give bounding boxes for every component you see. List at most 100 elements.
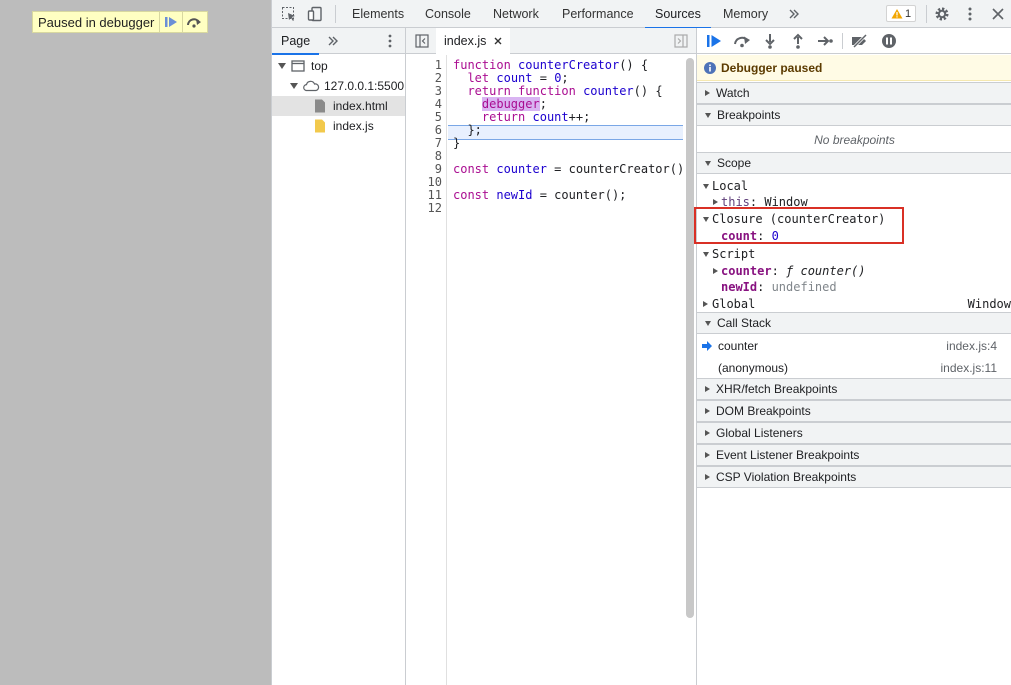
resume-execution-button[interactable] [705,32,723,50]
call-frame-location[interactable]: index.js:11 [941,361,997,375]
section-title: Call Stack [717,316,772,330]
frame-icon [291,60,305,72]
step-over-button[interactable] [733,32,751,50]
deactivate-breakpoints-button[interactable] [851,32,869,50]
close-tab-icon [494,37,502,45]
warning-icon [891,9,903,19]
tree-label: index.html [333,99,388,113]
resume-icon [707,35,721,47]
paused-message-text: Debugger paused [721,60,823,75]
pause-exceptions-icon [882,34,896,48]
source-editor: index.js 1 2 3 4 5 6 7 8 9 10 11 12 func… [406,28,697,685]
tree-item-index-html[interactable]: index.html [272,96,405,116]
section-dom-breakpoints[interactable]: DOM Breakpoints [697,400,1011,422]
step-into-button[interactable] [761,32,779,50]
code-line: } [453,136,461,150]
tab-page[interactable]: Page [271,28,320,55]
call-frame-function: counter [718,339,759,353]
expand-icon [703,183,709,189]
more-tabs-icon[interactable] [786,6,802,22]
tab-sources[interactable]: Sources [645,0,711,29]
step-button[interactable] [816,32,834,50]
tab-network[interactable]: Network [493,0,539,28]
warnings-badge[interactable]: 1 [886,5,916,22]
toggle-debugger-icon[interactable] [674,34,688,48]
section-title: CSP Violation Breakpoints [716,470,857,484]
paused-label: Paused in debugger [38,14,155,30]
execution-line-highlight [448,125,683,140]
tree-label: index.js [333,119,374,133]
inspected-page: Paused in debugger [0,0,271,685]
step-into-icon [765,34,775,49]
scope-prop-newid[interactable]: newId: undefined [697,279,1011,295]
call-frame[interactable]: (anonymous) index.js:11 [697,357,1011,379]
section-title: XHR/fetch Breakpoints [716,382,838,396]
expand-icon [705,160,711,166]
section-call-stack[interactable]: Call Stack [697,312,1011,334]
scope-local[interactable]: Local [697,178,1011,194]
section-scope[interactable]: Scope [697,152,1011,174]
section-event-listener-breakpoints[interactable]: Event Listener Breakpoints [697,444,1011,466]
more-nav-tabs-icon[interactable] [327,35,339,47]
section-watch[interactable]: Watch [697,82,1011,104]
toggle-navigator-icon[interactable] [415,34,429,48]
section-title: Event Listener Breakpoints [716,448,860,462]
close-devtools-icon[interactable] [990,6,1006,22]
pause-on-exceptions-button[interactable] [880,32,898,50]
section-title: Global Listeners [716,426,803,440]
more-options-icon[interactable] [962,6,978,22]
tab-console[interactable]: Console [425,0,471,28]
navigator-header: Page [271,28,405,55]
html-file-icon [315,99,325,113]
scope-global[interactable]: Global Window [697,296,1011,312]
settings-gear-icon[interactable] [934,6,950,22]
collapse-icon [705,474,710,480]
line-number[interactable]: 12 [412,202,442,215]
prop-value: ƒ counter() [786,264,866,278]
prop-name: newId [721,280,758,294]
step-out-button[interactable] [789,32,807,50]
navigator-menu-icon[interactable] [388,34,392,48]
file-navigator: Page top 127.0.0.1:5500 index.html index… [271,28,406,685]
debugger-paused-message: Debugger paused [697,55,1011,81]
section-csp-violation-breakpoints[interactable]: CSP Violation Breakpoints [697,466,1011,488]
step-over-icon [187,18,202,28]
js-file-icon [315,119,325,133]
call-frame[interactable]: counter index.js:4 [697,335,1011,357]
call-frame-function: (anonymous) [718,361,789,375]
section-title: DOM Breakpoints [716,404,811,418]
step-over-button[interactable] [182,12,205,32]
scope-prop-counter[interactable]: counter: ƒ counter() [697,263,1011,279]
tree-item-top[interactable]: top [272,56,405,76]
line-gutter[interactable]: 1 2 3 4 5 6 7 8 9 10 11 12 [406,55,447,685]
tab-performance[interactable]: Performance [562,0,634,28]
editor-scrollbar[interactable] [686,58,694,618]
resume-button[interactable] [159,12,182,32]
device-toolbar-icon[interactable] [307,6,323,22]
inspect-element-icon[interactable] [281,6,297,22]
paused-overlay: Paused in debugger [32,11,208,33]
section-xhr-breakpoints[interactable]: XHR/fetch Breakpoints [697,378,1011,400]
collapse-icon [705,386,710,392]
scope-label: Local [712,179,749,193]
section-global-listeners[interactable]: Global Listeners [697,422,1011,444]
prop-value: undefined [771,280,837,294]
tree-item-origin[interactable]: 127.0.0.1:5500 [272,76,405,96]
expand-icon [278,63,286,69]
tree-item-index-js[interactable]: index.js [272,116,405,136]
tab-elements[interactable]: Elements [352,0,404,28]
section-title: Watch [716,86,750,100]
scope-script[interactable]: Script [697,246,1011,262]
call-frame-location[interactable]: index.js:4 [946,339,997,353]
expand-icon [705,112,711,118]
devtools-panel: Elements Console Network Performance Sou… [271,0,1011,685]
code-line: const newId = counter(); [453,188,627,202]
closure-highlight-box [694,207,904,244]
step-icon [818,36,833,46]
section-breakpoints[interactable]: Breakpoints [697,104,1011,126]
expand-icon [290,83,298,89]
debugger-sidebar: Debugger paused Watch Breakpoints No bre… [694,28,1011,685]
file-tab-index-js[interactable]: index.js [436,28,511,54]
cloud-icon [303,80,320,92]
tab-memory[interactable]: Memory [723,0,768,28]
